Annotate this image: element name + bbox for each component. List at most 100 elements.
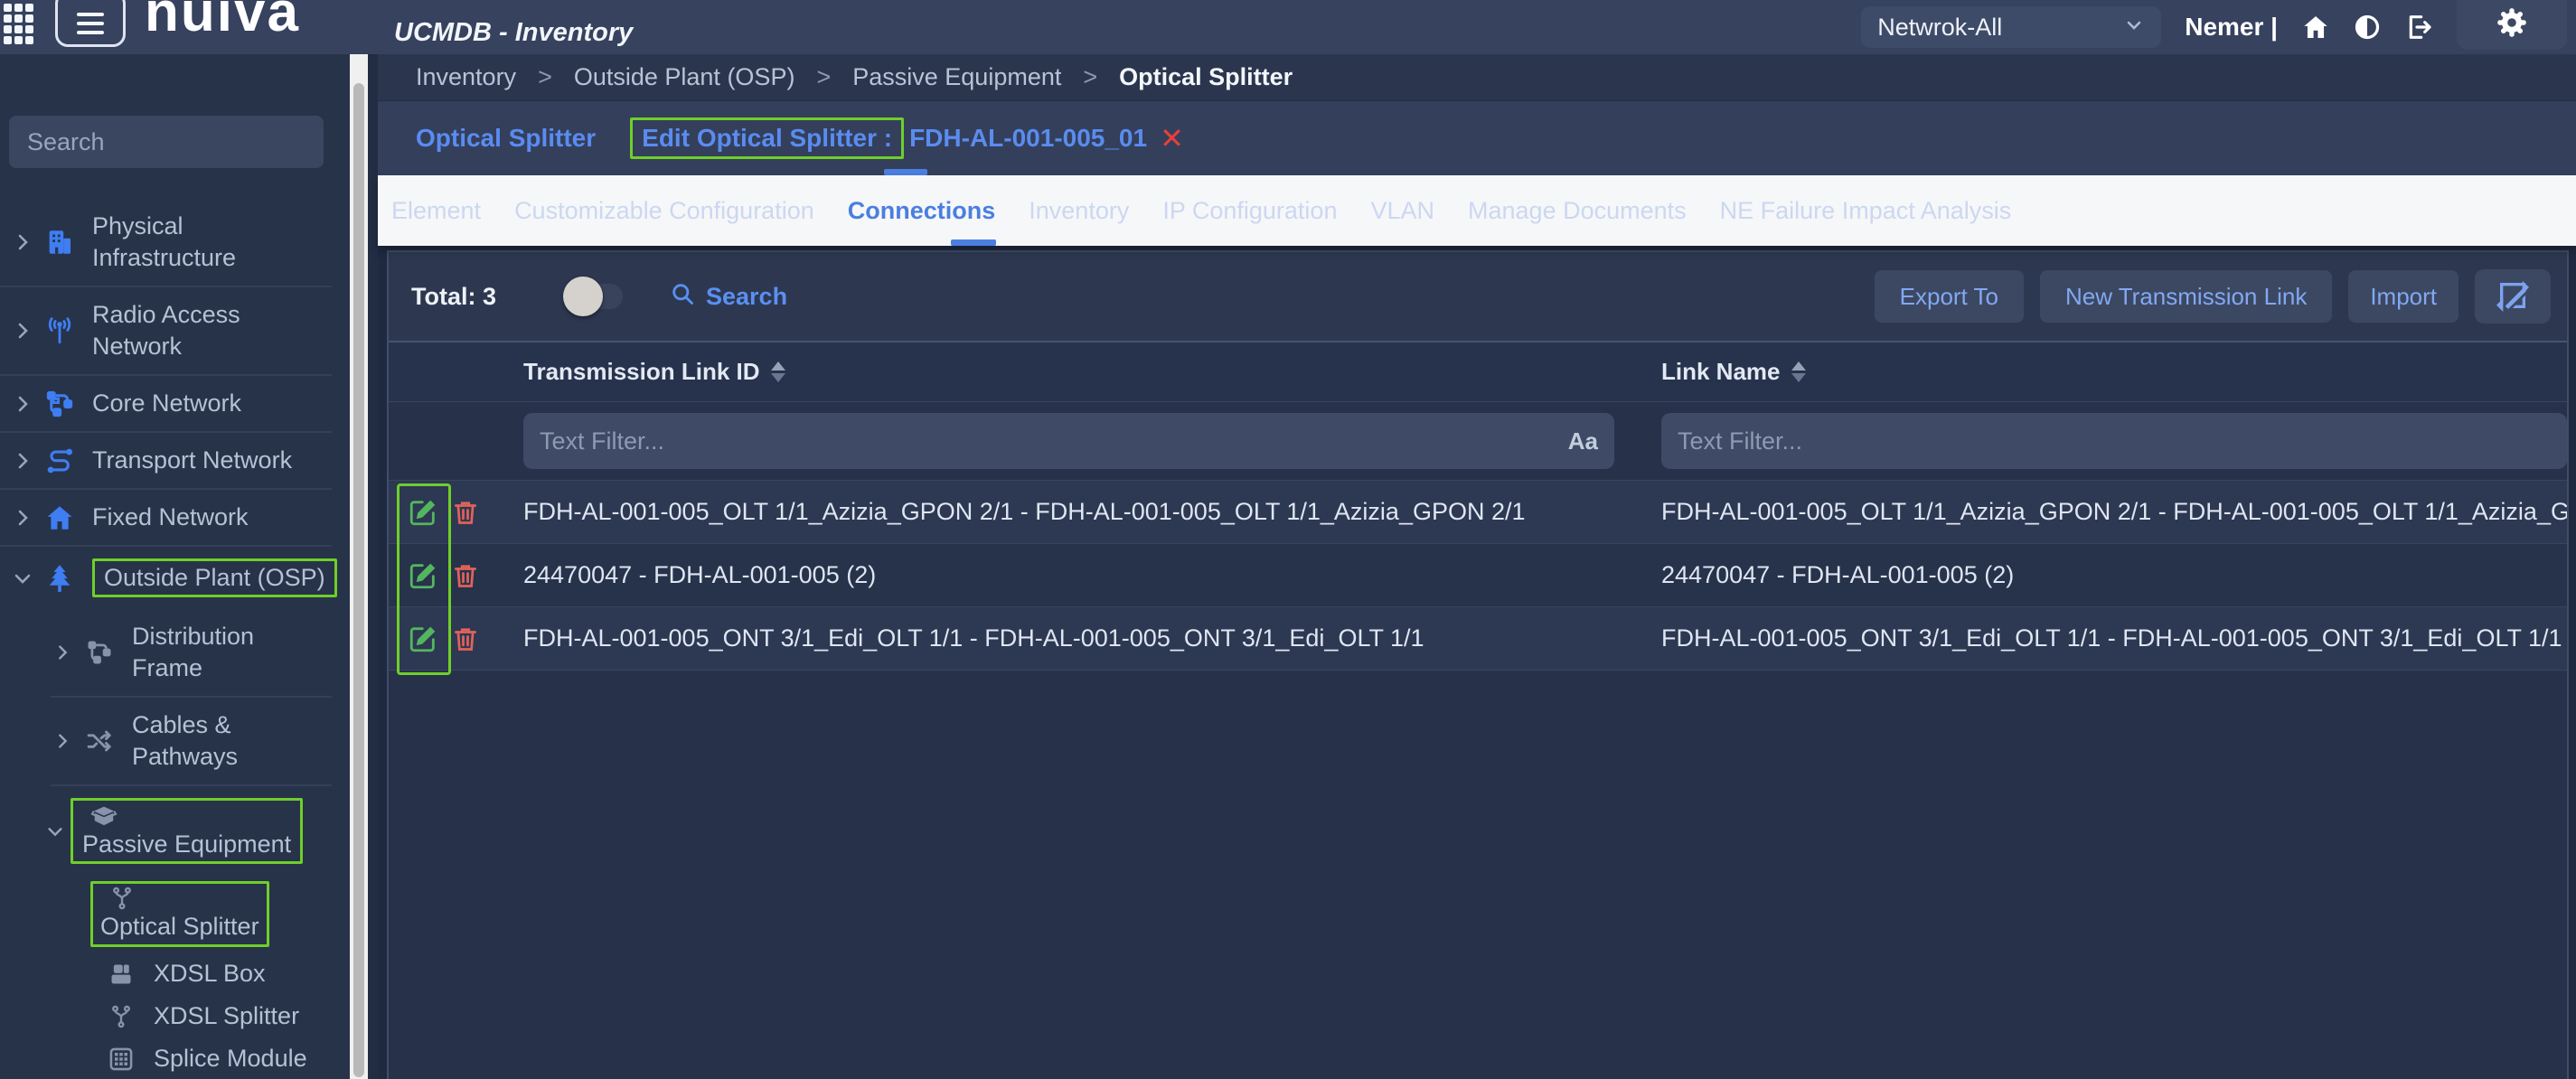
sidebar-nav: Physical Infrastructure Radio Access Net… (0, 199, 350, 1079)
delete-icon[interactable] (452, 625, 479, 652)
toggle-knob (563, 277, 603, 316)
box-icon (103, 962, 139, 987)
cell-link-name: FDH-AL-001-005_OLT 1/1_Azizia_GPON 2/1 -… (1661, 498, 2567, 525)
grid-module-icon (103, 1046, 139, 1072)
sidebar-item-radio-access-network[interactable]: Radio Access Network (0, 287, 350, 374)
sidebar-item-core-network[interactable]: Core Network (0, 376, 350, 431)
sort-icon[interactable] (770, 361, 785, 382)
breadcrumb-separator: > (816, 63, 832, 90)
subtab-ip-configuration[interactable]: IP Configuration (1162, 197, 1337, 225)
antenna-icon (42, 315, 78, 346)
sidebar-item-label: Radio Access Network (92, 301, 240, 360)
tab-optical-splitter[interactable]: Optical Splitter (416, 124, 596, 153)
subtab-connections[interactable]: Connections (848, 197, 996, 225)
filter-input-transmission-link-id[interactable] (540, 427, 1557, 455)
sidebar-item-fixed-network[interactable]: Fixed Network (0, 490, 350, 545)
table-header-row: Transmission Link ID Link Name (389, 342, 2567, 402)
new-transmission-link-button[interactable]: New Transmission Link (2040, 270, 2333, 323)
sidebar-item-label: Optical Splitter (100, 913, 259, 940)
sidebar-search-input[interactable] (9, 116, 324, 168)
network-select[interactable]: Netwrok-All (1861, 6, 2162, 48)
top-bar: nuiva UCMDB - Inventory Netwrok-All Neme… (0, 0, 2576, 54)
menu-button[interactable] (55, 0, 126, 47)
subtab-inventory[interactable]: Inventory (1029, 197, 1129, 225)
sort-icon[interactable] (1791, 361, 1806, 382)
table-row[interactable]: FDH-AL-001-005_OLT 1/1_Azizia_GPON 2/1 -… (389, 481, 2567, 544)
sidebar-item-transport-network[interactable]: Transport Network (0, 433, 350, 488)
chevron-right-icon (7, 393, 38, 415)
route-icon (42, 446, 78, 476)
home-icon[interactable] (2301, 13, 2330, 42)
sidebar-item-passive-equipment[interactable]: Passive Equipment (0, 786, 350, 876)
import-button[interactable]: Import (2348, 270, 2458, 323)
table-row[interactable]: 24470047 - FDH-AL-001-005 (2) 24470047 -… (389, 544, 2567, 607)
sidebar-item-xdsl-box[interactable]: XDSL Box (0, 952, 350, 995)
cell-transmission-link-id: FDH-AL-001-005_ONT 3/1_Edi_OLT 1/1 - FDH… (523, 624, 1424, 652)
sidebar-scrollbar[interactable] (350, 54, 368, 1079)
column-header-link-name[interactable]: Link Name (1638, 358, 2567, 386)
edit-icon[interactable] (408, 560, 438, 591)
breadcrumb-item[interactable]: Passive Equipment (852, 63, 1061, 91)
close-icon[interactable]: ✕ (1160, 121, 1184, 155)
sidebar-item-distribution-frame[interactable]: Distribution Frame (0, 609, 350, 696)
settings-button[interactable] (2457, 0, 2567, 50)
delete-icon[interactable] (452, 562, 479, 589)
sidebar-item-physical-infrastructure[interactable]: Physical Infrastructure (0, 199, 350, 286)
sidebar-item-outside-plant-osp[interactable]: Outside Plant (OSP) (0, 547, 350, 609)
column-header-transmission-link-id[interactable]: Transmission Link ID (523, 358, 1638, 386)
filter-toggle[interactable] (563, 277, 623, 316)
tab-label: Edit Optical Splitter : (630, 117, 905, 159)
cell-link-name: FDH-AL-001-005_ONT 3/1_Edi_OLT 1/1 - FDH… (1661, 624, 2562, 652)
sidebar-item-label: XDSL Splitter (154, 1002, 300, 1029)
sidebar-gap (368, 54, 378, 1079)
edit-icon[interactable] (408, 624, 438, 654)
network-select-value: Netwrok-All (1877, 13, 2003, 41)
breadcrumb-separator: > (538, 63, 552, 90)
table-search-button[interactable]: Search (670, 281, 787, 313)
filter-input-link-name[interactable] (1678, 427, 2551, 455)
network-nodes-icon (81, 639, 118, 666)
sidebar-item-cables-pathways[interactable]: Cables & Pathways (0, 698, 350, 784)
subtab-vlan[interactable]: VLAN (1370, 197, 1434, 225)
sidebar-item-label: Splice Module (154, 1045, 307, 1072)
subtab-manage-documents[interactable]: Manage Documents (1468, 197, 1687, 225)
transfer-view-button[interactable] (2475, 269, 2551, 324)
sidebar-item-label: Core Network (92, 389, 242, 417)
chevron-right-icon (7, 231, 38, 253)
sidebar-item-label: Distribution Frame (132, 623, 255, 681)
top-right-controls: Netwrok-All Nemer | (1861, 0, 2567, 54)
delete-icon[interactable] (452, 499, 479, 526)
edit-icon[interactable] (408, 497, 438, 528)
sidebar-item-optical-splitter[interactable]: Optical Splitter (0, 876, 350, 952)
breadcrumb-item[interactable]: Outside Plant (OSP) (574, 63, 795, 91)
sidebar-item-label: XDSL Box (154, 960, 266, 987)
subtab-customizable-configuration[interactable]: Customizable Configuration (514, 197, 814, 225)
highlight-box: Optical Splitter (90, 881, 269, 947)
subtab-element[interactable]: Element (391, 197, 481, 225)
open-box-icon (86, 802, 122, 829)
tab-label: Optical Splitter (416, 124, 597, 152)
tab-edit-optical-splitter[interactable]: Edit Optical Splitter : (630, 117, 905, 159)
sidebar-item-label: Outside Plant (OSP) (92, 558, 337, 597)
logout-icon[interactable] (2404, 13, 2433, 42)
network-nodes-icon (42, 389, 78, 419)
table-row[interactable]: FDH-AL-001-005_ONT 3/1_Edi_OLT 1/1 - FDH… (389, 607, 2567, 671)
contrast-icon[interactable] (2354, 14, 2381, 41)
sidebar-item-splice-module[interactable]: Splice Module (0, 1037, 350, 1079)
splitter-icon (103, 1004, 139, 1029)
export-to-button[interactable]: Export To (1874, 270, 2024, 323)
chevron-right-icon (7, 320, 38, 342)
filter-box-transmission-link-id: Aa (523, 413, 1614, 469)
shuffle-icon (81, 727, 118, 755)
subtab-ne-failure-impact-analysis[interactable]: NE Failure Impact Analysis (1720, 197, 2012, 225)
ucmdb-inventory-screen: nuiva UCMDB - Inventory Netwrok-All Neme… (0, 0, 2576, 1079)
highlight-box: Passive Equipment (71, 798, 304, 864)
search-icon (670, 281, 695, 313)
breadcrumb-separator: > (1083, 63, 1098, 90)
case-sensitivity-toggle[interactable]: Aa (1568, 427, 1598, 455)
scrollbar-thumb[interactable] (353, 83, 364, 1077)
breadcrumb-item[interactable]: Inventory (416, 63, 516, 91)
sidebar-item-xdsl-splitter[interactable]: XDSL Splitter (0, 995, 350, 1037)
tab-fdh-al-001-005-01[interactable]: FDH-AL-001-005_01 ✕ (909, 121, 1184, 155)
apps-grid-icon[interactable] (4, 4, 33, 44)
